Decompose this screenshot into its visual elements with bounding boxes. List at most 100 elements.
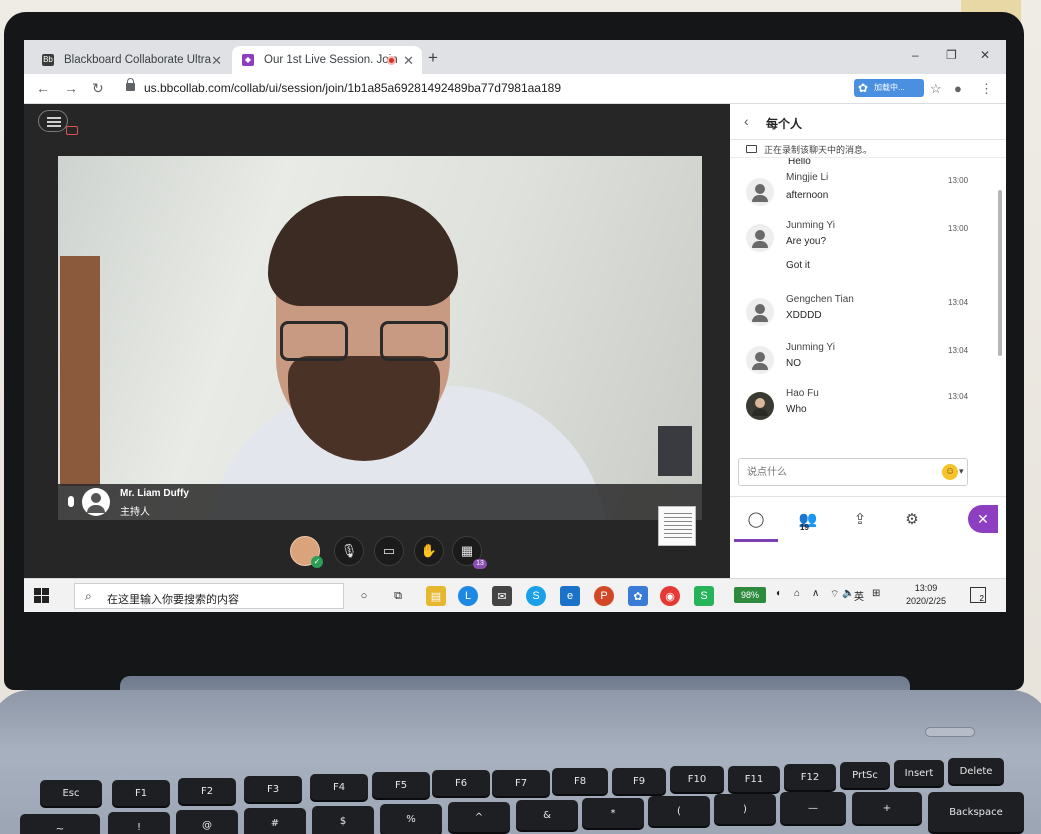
reload-icon[interactable]: ↻ <box>92 80 104 97</box>
chevron-down-icon[interactable]: ▾ <box>959 466 964 477</box>
raise-hand-button[interactable]: ✋ <box>414 536 444 566</box>
key-f11: F11 <box>728 766 780 792</box>
app-icon[interactable]: S <box>694 586 714 606</box>
windows-taskbar: ⌕ 在这里输入你要搜索的内容 ○ ⧉ ▤ L ✉ S e P ✿ ◉ S 98%… <box>24 578 1006 612</box>
mute-microphone-button[interactable]: 🎙 <box>334 536 364 566</box>
presenter-glasses-right <box>380 321 448 361</box>
chevron-up-icon[interactable]: ∧ <box>812 588 819 599</box>
minimize-icon[interactable]: – <box>912 48 919 62</box>
wifi-icon[interactable]: ⌔ <box>830 588 839 601</box>
tab-settings[interactable]: ⚙ <box>898 505 926 533</box>
message-text: NO <box>786 358 801 369</box>
recording-indicator-icon <box>387 56 396 65</box>
share-icon: ⇪ <box>853 511 867 528</box>
app-icon[interactable]: S <box>526 586 546 606</box>
wechat-tray-icon[interactable]: ◐ <box>776 588 782 599</box>
taskbar-search[interactable]: ⌕ 在这里输入你要搜索的内容 <box>74 583 344 609</box>
gear-icon: ⚙ <box>905 511 919 528</box>
tab-live-session[interactable]: ◆ Our 1st Live Session. Join ✕ <box>232 46 422 74</box>
emoji-icon[interactable]: ☺ <box>942 464 958 480</box>
notification-center-button[interactable]: 2 <box>970 587 986 603</box>
key-tilde: ~ <box>20 814 100 834</box>
tray-icon[interactable]: ⌂ <box>794 588 800 599</box>
presenter-avatar <box>82 488 110 516</box>
ime-language-indicator[interactable]: 英 <box>854 588 864 603</box>
browser-toolbar: ← → ↻ us.bbcollab.com/collab/ui/session/… <box>24 74 1006 104</box>
key-prtsc: PrtSc <box>840 762 890 788</box>
cortana-icon[interactable]: ○ <box>354 586 374 606</box>
profile-icon[interactable]: ● <box>954 81 962 96</box>
edge-browser-icon[interactable]: e <box>560 586 580 606</box>
avatar <box>746 392 774 420</box>
key-minus: — <box>780 792 846 824</box>
recording-icon <box>746 145 757 153</box>
tab-chat[interactable]: ◯ <box>734 505 778 542</box>
chat-title: 每个人 <box>766 117 803 131</box>
participant-count: 19 <box>800 523 809 532</box>
keyboard-layout-icon[interactable]: ⊞ <box>872 588 880 599</box>
share-icon: ▦ <box>460 543 474 558</box>
chat-scrollbar[interactable] <box>998 190 1002 356</box>
battery-indicator[interactable]: 98% <box>734 587 766 603</box>
key-delete: Delete <box>948 758 1004 784</box>
camera-alert-icon <box>66 126 78 135</box>
key-2: @ <box>176 810 238 834</box>
volume-icon[interactable]: 🔈 <box>842 588 854 599</box>
lenovo-app-icon[interactable]: L <box>458 586 478 606</box>
laptop-keyboard: Esc F1 F2 F3 F4 F5 F6 F7 F8 F9 F10 F11 F… <box>0 748 1041 834</box>
session-controls: ✓ 🎙 ▭ ✋ ▦ 13 <box>24 524 724 574</box>
key-f4: F4 <box>310 774 368 800</box>
blackboard-favicon-icon: Bb <box>42 54 54 66</box>
message-text: Are you? <box>786 236 827 247</box>
message-text: Got it <box>786 260 810 271</box>
chat-message-input[interactable] <box>738 458 968 486</box>
baidu-netdisk-icon[interactable]: ✿ <box>628 586 648 606</box>
chrome-icon[interactable]: ◉ <box>660 586 680 606</box>
key-f1: F1 <box>112 780 170 806</box>
taskbar-clock[interactable]: 13:09 2020/2/25 <box>896 582 956 608</box>
message-author: Gengchen Tian <box>786 294 854 305</box>
mail-icon[interactable]: ✉ <box>492 586 512 606</box>
chevron-left-icon[interactable]: ‹ <box>744 113 749 129</box>
extension-button[interactable]: 加载中... <box>854 79 924 97</box>
share-content-button[interactable]: ▦ 13 <box>452 536 487 569</box>
avatar <box>746 224 774 252</box>
file-explorer-icon[interactable]: ▤ <box>426 586 446 606</box>
camera-toggle-button[interactable]: ▭ <box>374 536 404 566</box>
avatar <box>746 178 774 206</box>
back-arrow-icon[interactable]: ← <box>36 80 50 96</box>
close-icon[interactable]: ✕ <box>403 53 414 69</box>
message-author: Junming Yi <box>786 220 835 231</box>
my-status-button[interactable]: ✓ <box>290 536 323 568</box>
new-tab-button[interactable]: + <box>428 48 438 68</box>
menu-dots-icon[interactable]: ⋮ <box>980 81 993 97</box>
windows-start-button[interactable] <box>34 588 50 604</box>
session-menu-button[interactable] <box>38 110 68 132</box>
address-bar-url[interactable]: us.bbcollab.com/collab/ui/session/join/1… <box>144 81 561 95</box>
tab-label: Blackboard Collaborate Ultra <box>64 54 212 66</box>
powerpoint-icon[interactable]: P <box>594 586 614 606</box>
key-f6: F6 <box>432 770 490 796</box>
chat-bubble-icon: ◯ <box>747 511 765 528</box>
forward-arrow-icon[interactable]: → <box>64 80 78 96</box>
presenter-glasses-left <box>280 321 348 361</box>
tab-share-content[interactable]: ⇪ <box>846 505 874 533</box>
close-icon[interactable]: ✕ <box>211 53 222 69</box>
presenter-name: Mr. Liam Duffy <box>120 488 189 499</box>
message-time: 13:00 <box>948 176 969 185</box>
chat-message-list[interactable]: Hello Mingjie Li afternoon 13:00 Junming… <box>730 158 996 458</box>
message-time: 13:00 <box>948 224 969 233</box>
raise-hand-count-badge: 13 <box>473 559 487 569</box>
message-author: Hao Fu <box>786 388 819 399</box>
key-f12: F12 <box>784 764 836 790</box>
collaborate-favicon-icon: ◆ <box>242 54 254 66</box>
recording-notice-text: 正在录制该聊天中的消息。 <box>764 145 873 155</box>
tab-blackboard[interactable]: Bb Blackboard Collaborate Ultra ✕ <box>32 46 230 74</box>
window-close-icon[interactable]: ✕ <box>980 48 990 62</box>
restore-icon[interactable]: ❐ <box>946 48 957 62</box>
task-view-icon[interactable]: ⧉ <box>388 586 408 606</box>
collaborate-session: Mr. Liam Duffy 主持人 ✓ 🎙 ▭ ✋ ▦ 13 ‹ 每个人 正在… <box>24 104 1006 578</box>
close-panel-button[interactable]: ✕ <box>968 505 998 533</box>
key-1: ! <box>108 812 170 834</box>
star-icon[interactable]: ☆ <box>930 81 942 97</box>
